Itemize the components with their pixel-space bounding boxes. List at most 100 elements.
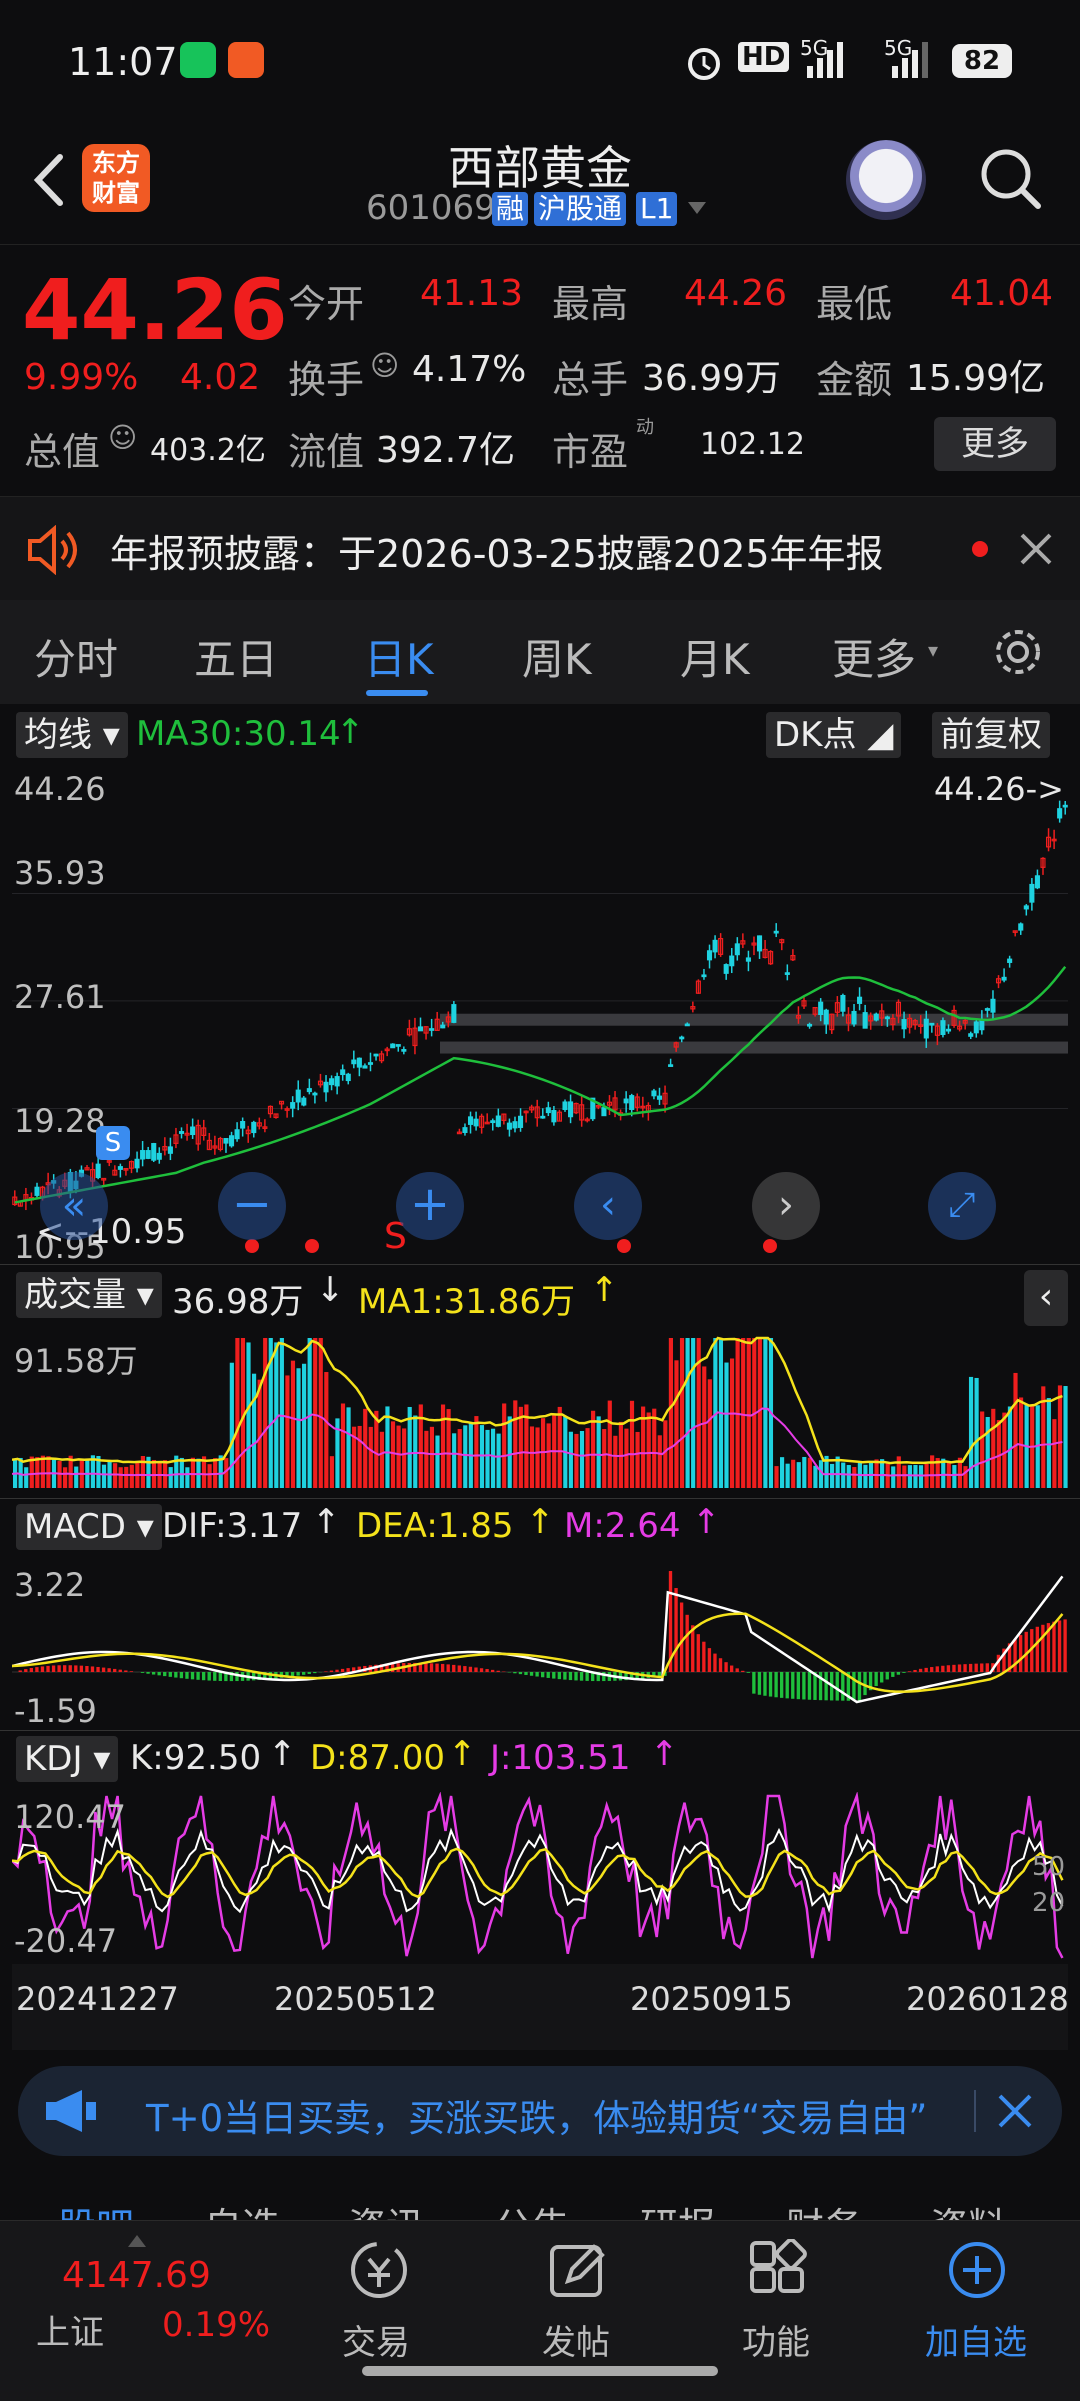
info-tab-announce[interactable]: 公告 <box>494 2196 570 2220</box>
change-amount: 4.02 <box>180 357 260 398</box>
chart-area: 均线 ▾ MA30:30.14 ↑ DK点 ◢ 前复权 44.26 35.93 … <box>0 704 1080 2050</box>
open-value: 41.13 <box>420 273 523 314</box>
index-quote[interactable]: 4147.69 上证 0.19% <box>0 2221 300 2371</box>
tab-more[interactable]: 更多 <box>832 626 916 687</box>
nav-trade[interactable]: 交易 <box>306 2235 446 2385</box>
stock-header: 东方财富 西部黄金 601069 融 沪股通 L1 <box>0 120 1080 240</box>
adjust-button[interactable]: 前复权 <box>932 712 1050 758</box>
more-button[interactable]: 更多 <box>934 417 1056 471</box>
zoom-in-button[interactable]: + <box>396 1172 464 1240</box>
volume-label: 总手 <box>552 349 628 404</box>
dk-point-button[interactable]: DK点 ◢ <box>766 712 901 758</box>
megaphone-icon <box>42 2088 102 2134</box>
kdj-level-20: 20 <box>1032 1888 1065 1918</box>
current-price: 44.26 <box>22 261 288 359</box>
nav-functions-label: 功能 <box>706 2315 846 2364</box>
info-tab-guba[interactable]: 股吧 <box>58 2196 134 2220</box>
search-icon[interactable] <box>976 144 1046 214</box>
info-icon[interactable]: ☺ <box>108 421 137 454</box>
scroll-left-fast-button[interactable]: « <box>40 1172 108 1240</box>
info-tab-finance[interactable]: 财务 <box>786 2196 862 2220</box>
gear-icon[interactable] <box>990 624 1046 680</box>
more-dropdown-icon[interactable]: ▾ <box>928 638 938 662</box>
volume-indicator-select[interactable]: 成交量 ▾ <box>16 1272 162 1318</box>
nav-post[interactable]: 发帖 <box>506 2235 646 2385</box>
date-label-4: 20260128 <box>906 1980 1069 2018</box>
d-up-arrow: ↑ <box>448 1734 477 1774</box>
fullscreen-button[interactable]: ⤢ <box>928 1172 996 1240</box>
stock-code: 601069 <box>366 188 496 228</box>
amount-value: 15.99亿 <box>906 349 1045 401</box>
divider <box>0 1264 1080 1265</box>
active-tab-indicator <box>366 690 428 696</box>
y-label-3: 27.61 <box>14 978 106 1016</box>
dif-up-arrow: ↑ <box>312 1502 341 1542</box>
close-icon[interactable] <box>1018 531 1054 567</box>
high-value: 44.26 <box>684 273 787 314</box>
nav-post-label: 发帖 <box>506 2315 646 2364</box>
info-tab-news[interactable]: 资讯 <box>348 2196 424 2220</box>
nav-functions[interactable]: 功能 <box>706 2235 846 2385</box>
status-bar: 11:07 HD 5G 5G 82 <box>0 0 1080 120</box>
dropdown-triangle-icon[interactable] <box>686 200 708 216</box>
home-indicator <box>362 2366 718 2376</box>
signal-bars-icon <box>805 40 855 80</box>
kdj-level-50: 50 <box>1032 1852 1065 1882</box>
signal-bars-2-icon <box>890 40 940 80</box>
divider <box>0 1730 1080 1731</box>
pe-value: 102.12 <box>700 427 805 462</box>
collapse-sidebar-button[interactable]: ‹ <box>1024 1270 1068 1326</box>
volume-value: 36.99万 <box>642 349 781 401</box>
scroll-left-button[interactable]: ‹ <box>574 1172 642 1240</box>
ma30-up-arrow: ↑ <box>336 712 365 752</box>
signal-s-icon[interactable]: S <box>96 1126 130 1160</box>
nav-trade-label: 交易 <box>306 2315 446 2364</box>
tab-monthly-k[interactable]: 月K <box>680 626 750 687</box>
nav-add-watchlist[interactable]: 加自选 <box>906 2235 1046 2385</box>
indicator-select[interactable]: 均线 ▾ <box>16 712 128 758</box>
k-up-arrow: ↑ <box>268 1734 297 1774</box>
low-value: 41.04 <box>950 273 1053 314</box>
quote-panel: 44.26 9.99% 4.02 今开 41.13 最高 44.26 最低 41… <box>0 244 1080 495</box>
volume-ma1: MA1:31.86万 <box>358 1274 575 1323</box>
close-icon[interactable] <box>996 2092 1034 2130</box>
date-label-1: 20241227 <box>16 1980 179 2018</box>
info-tab-watch[interactable]: 自选 <box>204 2196 280 2220</box>
clock: 11:07 <box>68 40 178 84</box>
kdj-indicator-select[interactable]: KDJ ▾ <box>16 1736 118 1782</box>
turnover-rate-label: 换手 <box>288 349 364 404</box>
macd-bottom-label: -1.59 <box>14 1692 97 1730</box>
volume-down-arrow: ↓ <box>316 1270 345 1310</box>
float-cap-value: 392.7亿 <box>376 421 515 473</box>
robot-assistant-icon[interactable] <box>846 140 926 220</box>
notice-bar[interactable]: 年报预披露：于2026-03-25披露2025年年报 <box>0 496 1080 602</box>
info-tab-profile[interactable]: 资料 <box>930 2196 1006 2220</box>
tab-five-day[interactable]: 五日 <box>194 626 278 687</box>
grid-icon <box>746 2239 808 2301</box>
last-price-tag: 44.26-> <box>934 770 1064 808</box>
pe-superscript: 动 <box>636 413 654 439</box>
kline-chart-canvas[interactable] <box>12 768 1068 1268</box>
period-tabs: 分时 五日 日K 周K 月K 更多 ▾ <box>0 600 1080 704</box>
change-percent: 9.99% <box>24 357 138 398</box>
macd-dea: DEA:1.85 <box>356 1506 513 1546</box>
info-tab-research[interactable]: 研报 <box>640 2196 716 2220</box>
kdj-top-label: 120.47 <box>14 1798 126 1836</box>
info-icon[interactable]: ☺ <box>370 349 399 382</box>
tab-daily-k[interactable]: 日K <box>364 626 434 687</box>
zoom-out-button[interactable]: − <box>218 1172 286 1240</box>
total-cap-value: 403.2亿 <box>150 425 266 469</box>
macd-indicator-select[interactable]: MACD ▾ <box>16 1504 162 1550</box>
scroll-right-button[interactable]: › <box>752 1172 820 1240</box>
tag-connect: 沪股通 <box>534 192 626 226</box>
turnover-rate-value: 4.17% <box>412 349 526 390</box>
tab-intraday[interactable]: 分时 <box>34 626 118 687</box>
promo-banner[interactable]: T+0当日买卖，买涨买跌，体验期货“交易自由” <box>18 2066 1062 2156</box>
total-cap-label: 总值 <box>24 421 100 476</box>
volume-chart <box>12 1328 1068 1498</box>
wechat-icon <box>180 42 216 78</box>
volume-max-label: 91.58万 <box>14 1336 138 1382</box>
divider <box>974 2090 976 2132</box>
high-label: 最高 <box>552 273 628 328</box>
tab-weekly-k[interactable]: 周K <box>522 626 592 687</box>
